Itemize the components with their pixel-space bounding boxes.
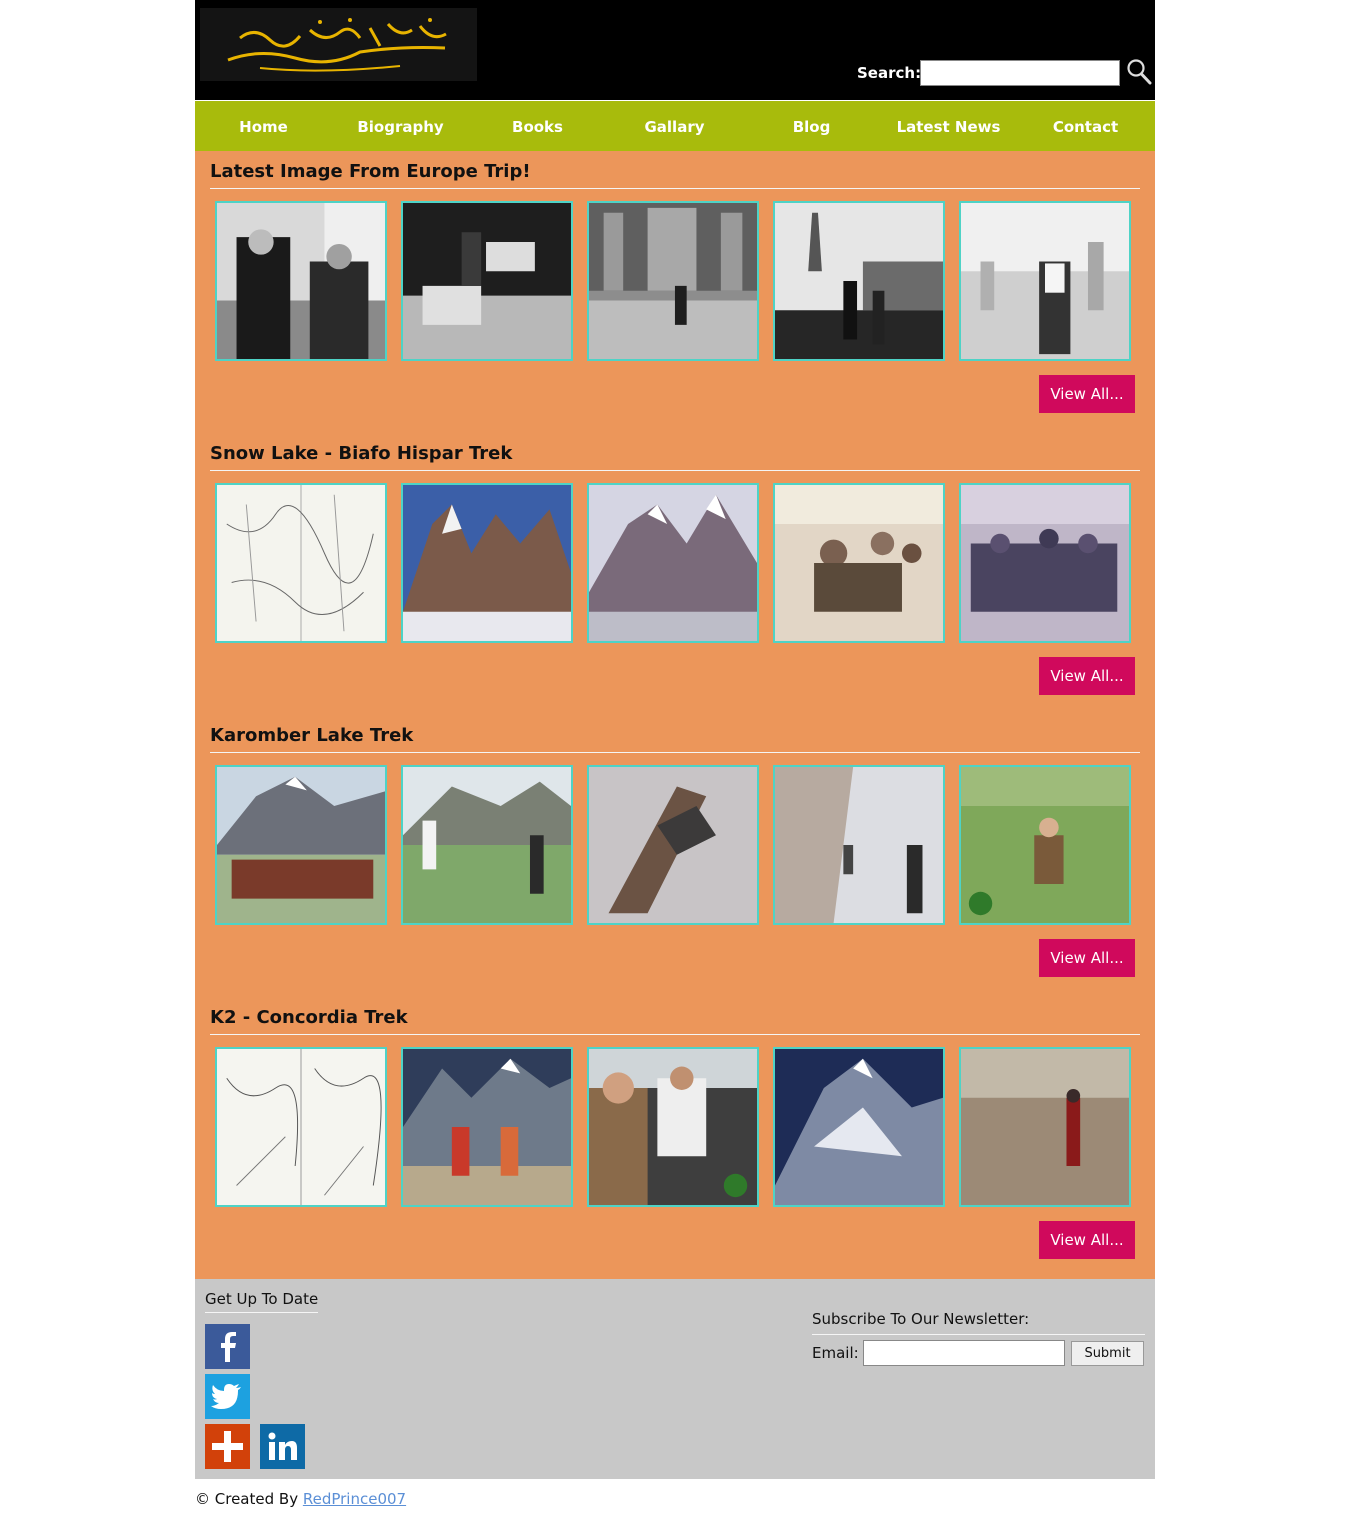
nav-latest-news[interactable]: Latest News [880, 101, 1017, 151]
gallery-thumbnail[interactable] [773, 201, 945, 361]
section-divider [210, 188, 1140, 189]
section-title: Karomber Lake Trek [210, 725, 414, 746]
view-all-button[interactable]: View All... [1039, 657, 1135, 695]
author-link[interactable]: RedPrince007 [303, 1490, 406, 1508]
view-all-button[interactable]: View All... [1039, 1221, 1135, 1259]
nav-contact[interactable]: Contact [1017, 101, 1154, 151]
site-logo[interactable] [200, 8, 477, 81]
newsletter-title: Subscribe To Our Newsletter: [812, 1310, 1030, 1328]
gallery-thumbnail[interactable] [773, 1047, 945, 1207]
gallery-thumbnail[interactable] [773, 765, 945, 925]
gallery-thumbnail[interactable] [401, 1047, 573, 1207]
gallery-thumbnail[interactable] [587, 765, 759, 925]
submit-button[interactable]: Submit [1071, 1341, 1144, 1366]
section-title: K2 - Concordia Trek [210, 1007, 408, 1028]
gallery-thumbnail[interactable] [215, 483, 387, 643]
gallery-thumbnail[interactable] [587, 201, 759, 361]
gallery-thumbnail[interactable] [401, 483, 573, 643]
view-all-button[interactable]: View All... [1039, 375, 1135, 413]
search-input[interactable] [920, 60, 1120, 86]
gallery-thumbnail[interactable] [587, 1047, 759, 1207]
email-field[interactable] [863, 1340, 1065, 1366]
nav-books[interactable]: Books [469, 101, 606, 151]
nav-biography[interactable]: Biography [332, 101, 469, 151]
gallery-thumbnail[interactable] [959, 765, 1131, 925]
gallery-section-karomber: Karomber Lake Trek View All... [195, 715, 1155, 997]
nav-blog[interactable]: Blog [743, 101, 880, 151]
gallery-thumbnail[interactable] [773, 483, 945, 643]
logo-calligraphy [200, 8, 477, 81]
view-all-button[interactable]: View All... [1039, 939, 1135, 977]
gallery-thumbnail[interactable] [959, 483, 1131, 643]
gallery-thumbnail[interactable] [959, 1047, 1131, 1207]
section-divider [210, 752, 1140, 753]
search-icon[interactable] [1126, 58, 1152, 86]
twitter-icon[interactable] [205, 1374, 250, 1419]
site-header: Search: [195, 0, 1155, 100]
search-label: Search: [857, 64, 922, 82]
gallery-thumbnail[interactable] [215, 765, 387, 925]
nav-gallary[interactable]: Gallary [606, 101, 743, 151]
section-title: Latest Image From Europe Trip! [210, 161, 531, 182]
credit-prefix: © Created By [195, 1490, 299, 1508]
gallery-section-snow-lake: Snow Lake - Biafo Hispar Trek View All..… [195, 433, 1155, 715]
gallery-thumbnail[interactable] [215, 201, 387, 361]
social-title: Get Up To Date [205, 1290, 319, 1313]
gallery-thumbnail[interactable] [401, 765, 573, 925]
gallery-thumbnail[interactable] [215, 1047, 387, 1207]
section-divider [210, 470, 1140, 471]
gallery-section-k2: K2 - Concordia Trek View All... [195, 997, 1155, 1279]
linkedin-icon[interactable] [260, 1424, 305, 1469]
email-label: Email: [812, 1344, 859, 1362]
nav-home[interactable]: Home [195, 101, 332, 151]
credit-line: © Created By RedPrince007 [195, 1490, 406, 1508]
site-footer: Get Up To Date Subscribe To Our Newslett… [195, 1279, 1155, 1479]
main-navigation: Home Biography Books Gallary Blog Latest… [195, 101, 1155, 151]
gallery-section-europe: Latest Image From Europe Trip! View All.… [195, 151, 1155, 433]
newsletter-divider [812, 1334, 1145, 1335]
facebook-icon[interactable] [205, 1324, 250, 1369]
section-divider [210, 1034, 1140, 1035]
gallery-thumbnail[interactable] [401, 201, 573, 361]
gallery-thumbnail[interactable] [959, 201, 1131, 361]
google-plus-icon[interactable] [205, 1424, 250, 1469]
section-title: Snow Lake - Biafo Hispar Trek [210, 443, 513, 464]
gallery-main: Latest Image From Europe Trip! View All.… [195, 151, 1155, 1279]
gallery-thumbnail[interactable] [587, 483, 759, 643]
